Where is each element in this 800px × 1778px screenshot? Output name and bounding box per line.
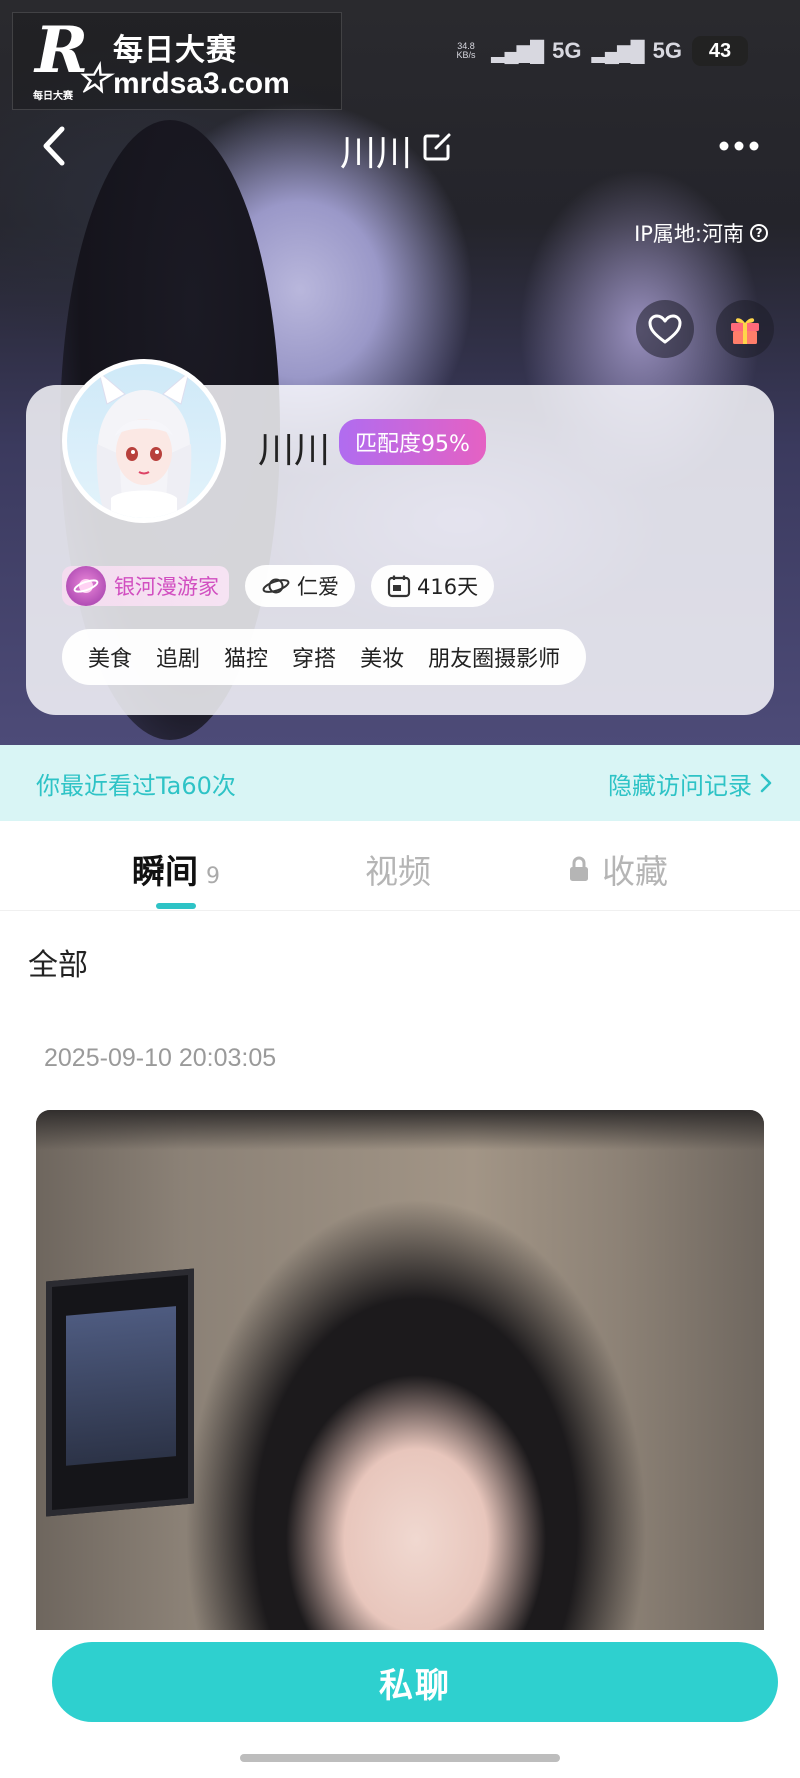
star-icon: ☆ — [75, 55, 111, 102]
planet-chip: 仁爱 — [245, 565, 355, 607]
signal-icon: ▂▄▆█ — [491, 40, 544, 63]
watermark-logo-caption: 每日大赛 — [33, 91, 73, 102]
watermark-url: mrdsa3.com — [113, 67, 290, 100]
tab-video[interactable]: 视频 — [365, 845, 431, 893]
like-button[interactable] — [636, 300, 694, 358]
interest-tag: 美妆 — [360, 647, 405, 672]
hide-visit-record-label: 隐藏访问记录 — [608, 771, 752, 800]
edit-icon — [423, 133, 451, 160]
profile-card: 川川 匹配度95% 银河漫游家 仁爱 416天 美食 追剧 猫控 穿搭 美妆 朋… — [26, 359, 774, 715]
avatar[interactable] — [62, 359, 226, 523]
gift-button[interactable] — [716, 300, 774, 358]
post-timestamp: 2025-09-10 20:03:05 — [44, 1044, 277, 1072]
interest-tag: 追剧 — [156, 647, 201, 672]
interest-tag: 美食 — [88, 647, 133, 672]
ip-location-text: IP属地:河南 — [634, 222, 744, 246]
help-icon[interactable]: ? — [750, 224, 768, 242]
network-speed: 34.8 KB/s — [456, 41, 476, 60]
calendar-icon — [387, 575, 411, 598]
gift-icon — [731, 318, 759, 344]
planet-chip-label: 仁爱 — [297, 575, 339, 599]
post-image-wall-art — [66, 1306, 176, 1466]
interest-tag: 猫控 — [224, 647, 269, 672]
section-title-all: 全部 — [28, 948, 88, 983]
visit-count-text: 你最近看过Ta60次 — [36, 771, 236, 800]
visit-banner: 你最近看过Ta60次 隐藏访问记录 — [0, 745, 800, 821]
tab-video-label: 视频 — [365, 852, 431, 891]
content-tabs: 瞬间 9 视频 收藏 — [0, 821, 800, 911]
battery-indicator: 43 — [692, 36, 748, 66]
days-chip-label: 416天 — [417, 575, 479, 599]
network-type-2: 5G — [652, 38, 682, 63]
private-chat-button[interactable]: 私聊 — [52, 1642, 778, 1722]
more-button[interactable] — [714, 126, 764, 166]
nav-title-text: 川川 — [340, 133, 413, 174]
watermark-title: 每日大赛 — [113, 33, 237, 68]
nav-title: 川川 — [340, 124, 454, 176]
level-badge-label: 银河漫游家 — [114, 575, 219, 599]
hide-visit-record-link[interactable]: 隐藏访问记录 — [608, 766, 772, 801]
interest-tag: 朋友圈摄影师 — [428, 647, 561, 672]
post-image-ceiling — [36, 1110, 764, 1150]
avatar-illustration — [96, 370, 192, 518]
ip-location: IP属地:河南 ? — [634, 218, 768, 248]
home-indicator[interactable] — [240, 1754, 560, 1762]
tab-moments-label: 瞬间 — [132, 852, 198, 891]
network-type: 5G — [552, 38, 582, 63]
match-badge: 匹配度95% — [339, 419, 486, 465]
tab-moments-count: 9 — [206, 864, 220, 889]
chevron-left-icon — [43, 126, 65, 166]
watermark: R ☆ 每日大赛 每日大赛 mrdsa3.com — [12, 12, 342, 110]
more-dots-icon — [719, 141, 759, 151]
interest-tag: 穿搭 — [292, 647, 337, 672]
status-bar: 34.8 KB/s ▂▄▆█ 5G ▂▄▆█ 5G 43 — [451, 36, 748, 66]
profile-nickname: 川川 — [258, 430, 331, 471]
level-badge[interactable]: 银河漫游家 — [62, 566, 229, 606]
planet-gem-icon — [66, 566, 106, 606]
back-button[interactable] — [36, 122, 72, 170]
post-image[interactable] — [36, 1110, 764, 1630]
days-chip: 416天 — [371, 565, 495, 607]
post-image-wall-frame — [46, 1268, 194, 1517]
tab-favorites[interactable]: 收藏 — [568, 845, 668, 893]
signal-icon-2: ▂▄▆█ — [591, 40, 645, 63]
chevron-right-icon — [760, 773, 772, 793]
tab-favorites-label: 收藏 — [602, 852, 668, 891]
heart-icon — [648, 314, 682, 344]
watermark-logo: R ☆ 每日大赛 — [31, 19, 111, 105]
interest-tags: 美食 追剧 猫控 穿搭 美妆 朋友圈摄影师 — [62, 629, 587, 685]
lock-icon — [570, 856, 588, 881]
bottom-action-bar: 私聊 — [0, 1630, 800, 1778]
planet-icon — [262, 578, 290, 594]
profile-meta-row: 银河漫游家 仁爱 416天 — [62, 565, 495, 607]
active-tab-indicator — [156, 903, 196, 909]
edit-remark-button[interactable] — [422, 130, 454, 171]
tab-moments[interactable]: 瞬间 9 — [132, 845, 220, 909]
